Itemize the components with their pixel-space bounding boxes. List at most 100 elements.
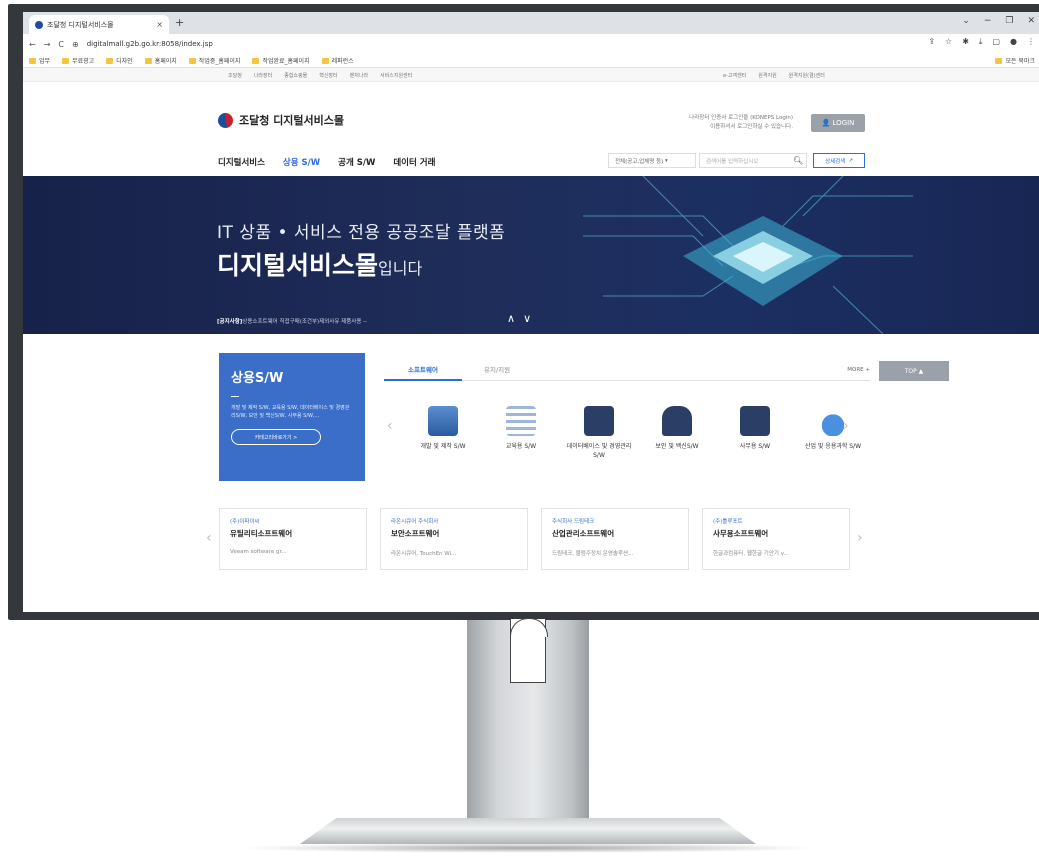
chevron-up-icon[interactable]: ∧ — [507, 312, 523, 325]
new-tab-button[interactable]: + — [175, 16, 184, 29]
share-icon[interactable]: ⇪ — [928, 37, 935, 47]
list-icon — [506, 406, 536, 436]
url-field[interactable]: digitalmall.g2b.go.kr:8058/index.jsp — [87, 40, 213, 48]
minimize-icon[interactable]: − — [984, 16, 992, 26]
folder-icon — [29, 57, 36, 64]
category-item[interactable]: 사무용 S/W — [718, 406, 792, 451]
bookmark-item[interactable]: 업무 — [29, 56, 50, 65]
tab-software[interactable]: 소프트웨어 — [384, 364, 462, 381]
stage: 조달청 디지털서비스몰 × + ⌄ − ❐ ✕ ← → C ⊕ digitalm… — [0, 0, 1039, 857]
product-card[interactable]: 주식회사 드림테크 산업관리소프트웨어 드림테크, 블럼주정치 운영솔루션... — [541, 508, 689, 570]
util-link[interactable]: 조달청 — [228, 72, 242, 79]
folder-icon — [995, 57, 1003, 64]
folder-icon — [62, 57, 70, 64]
hero-banner: IT 상품 • 서비스 전용 공공조달 플랫폼 디지털서비스몰입니다 [공지사항… — [23, 176, 1039, 334]
sidepanel-icon[interactable]: ▢ — [992, 37, 1000, 47]
prev-arrow-icon[interactable]: ‹ — [387, 418, 393, 434]
util-link[interactable]: 나라장터 — [254, 72, 272, 79]
floppy-icon — [584, 406, 614, 436]
detail-search-button[interactable]: 상세검색 ↗ — [813, 153, 865, 168]
bookmark-item[interactable]: 디자인 — [106, 56, 133, 65]
back-icon[interactable]: ← — [29, 40, 36, 49]
search-input[interactable]: 검색어를 입력하십시오 — [699, 153, 807, 168]
folder-icon — [188, 57, 196, 64]
category-item[interactable]: 교육용 S/W — [484, 406, 558, 451]
window-close-icon[interactable]: ✕ — [1027, 16, 1035, 26]
product-card[interactable]: 라온시큐어 주식회사 보안소프트웨어 라온시큐어, TouchEn Wi... — [380, 508, 528, 570]
product-card[interactable]: (주)이파이씨 유틸리티소프트웨어 Veeam software gr... — [219, 508, 367, 570]
bookmark-item[interactable]: 레퍼런스 — [321, 56, 354, 65]
web-page: 조달청 나라장터 종합쇼핑몰 혁신장터 벤처나라 서비스지원센터 e-고객센터 … — [23, 68, 1039, 612]
cable-hole — [510, 618, 548, 683]
category-item[interactable]: 데이터베이스 및 경영관리S/W — [562, 406, 636, 460]
search-icon[interactable]: 🔍︎ — [793, 156, 803, 165]
bookmark-item[interactable]: 작업완료_홈페이지 — [252, 56, 310, 65]
star-icon[interactable]: ☆ — [945, 37, 952, 47]
folder-icon — [252, 57, 260, 64]
site-info-icon[interactable]: ⊕ — [72, 40, 79, 49]
category-item[interactable]: 개발 및 제작 S/W — [406, 406, 480, 451]
bookmark-item[interactable]: 홈페이지 — [144, 56, 177, 65]
sw-tabs: 소프트웨어 유지/지원 MORE + — [384, 364, 870, 381]
search-category-select[interactable]: 전체(공고,업체명 등) ▾ — [608, 153, 696, 168]
site-favicon-icon — [35, 20, 43, 29]
all-bookmarks[interactable]: 모든 북마크 — [995, 56, 1035, 65]
nav-item-digital-service[interactable]: 디지털서비스 — [218, 156, 265, 168]
category-link-button[interactable]: 카테고리바로가기 > — [231, 429, 321, 445]
more-link[interactable]: MORE + — [847, 364, 870, 377]
next-arrow-icon[interactable]: › — [843, 418, 849, 434]
tab-search-icon[interactable]: ⌄ — [962, 16, 970, 26]
card-divider — [231, 396, 239, 397]
logo-text: 조달청 디지털서비스몰 — [239, 114, 345, 127]
monitor-stand-base — [300, 818, 756, 844]
util-link[interactable]: 원격지원(결)센터 — [789, 72, 825, 79]
products-next-icon[interactable]: › — [857, 530, 863, 546]
tab-maintenance[interactable]: 유지/지원 — [484, 364, 510, 377]
developer-icon — [428, 406, 458, 436]
login-note: 나라장터 인증서 로그인을 (KONEPS Login) 이용하셔서 로그인하실… — [689, 115, 793, 130]
tab-title: 조달청 디지털서비스몰 — [47, 20, 114, 29]
login-button[interactable]: 👤 LOGIN — [811, 114, 865, 132]
product-card[interactable]: (주)틀루포트 사무용소프트웨어 한글과컴퓨터, 웹한글 기안기 v... — [702, 508, 850, 570]
util-link[interactable]: 벤처나라 — [350, 72, 368, 79]
category-item[interactable]: 보안 및 백신S/W — [640, 406, 714, 451]
profile-icon[interactable]: ● — [1010, 37, 1017, 47]
util-link[interactable]: 혁신장터 — [319, 72, 337, 79]
util-link[interactable]: 원격지원 — [758, 72, 776, 79]
download-icon[interactable]: ⤓ — [979, 37, 983, 47]
stand-shadow — [236, 843, 820, 853]
restore-icon[interactable]: ❐ — [1005, 16, 1013, 26]
hero-subtitle: IT 상품 • 서비스 전용 공공조달 플랫폼 — [217, 223, 506, 243]
card-title: 상용S/W — [231, 371, 284, 386]
site-logo[interactable]: 조달청 디지털서비스몰 — [218, 112, 344, 128]
util-link[interactable]: e-고객센터 — [723, 72, 746, 79]
bookmark-item[interactable]: 작업중_홈페이지 — [188, 56, 240, 65]
notice-arrows[interactable]: ∧∨ — [507, 312, 539, 325]
util-link[interactable]: 서비스지원센터 — [380, 72, 412, 79]
folder-icon — [321, 57, 329, 64]
products-prev-icon[interactable]: ‹ — [206, 530, 212, 546]
bookmark-item[interactable]: 무료광고 — [62, 56, 94, 65]
extensions-icon[interactable]: ✱ — [962, 37, 969, 47]
card-desc: 개발 및 제작 S/W, 교육용 S/W, 데이터베이스 및 경영관리S/W, … — [231, 405, 350, 419]
nav-item-commercial-sw[interactable]: 상용 S/W — [283, 156, 320, 168]
nav-item-data-trade[interactable]: 데이터 거래 — [393, 156, 435, 168]
lock-icon — [662, 406, 692, 436]
monitor-frame: 조달청 디지털서비스몰 × + ⌄ − ❐ ✕ ← → C ⊕ digitalm… — [8, 4, 1039, 620]
window-controls: ⌄ − ❐ ✕ — [962, 16, 1035, 26]
browser-tab[interactable]: 조달청 디지털서비스몰 × — [29, 15, 169, 34]
top-button[interactable]: TOP ▲ — [879, 361, 949, 381]
forward-icon[interactable]: → — [44, 40, 51, 49]
utility-nav: 조달청 나라장터 종합쇼핑몰 혁신장터 벤처나라 서비스지원센터 e-고객센터 … — [23, 68, 1039, 82]
notice-ticker[interactable]: [공지사항]상용소프트웨어 직접구매(조건부)제외사유 제품사용 -- — [217, 317, 367, 325]
commercial-sw-card: 상용S/W 개발 및 제작 S/W, 교육용 S/W, 데이터베이스 및 경영관… — [219, 353, 365, 481]
browser-toolbar-icons: ⇪ ☆ ✱ ⤓ ▢ ● ⋮ — [928, 37, 1035, 47]
tab-close-icon[interactable]: × — [156, 20, 163, 29]
category-item[interactable]: 산업 및 응용과학 S/W — [796, 406, 870, 451]
reload-icon[interactable]: C — [58, 40, 64, 49]
menu-icon[interactable]: ⋮ — [1027, 37, 1035, 47]
nav-item-open-sw[interactable]: 공개 S/W — [338, 156, 375, 168]
util-link[interactable]: 종합쇼핑몰 — [284, 72, 307, 79]
chevron-down-icon[interactable]: ∨ — [523, 312, 539, 325]
gov-emblem-icon — [218, 112, 233, 128]
